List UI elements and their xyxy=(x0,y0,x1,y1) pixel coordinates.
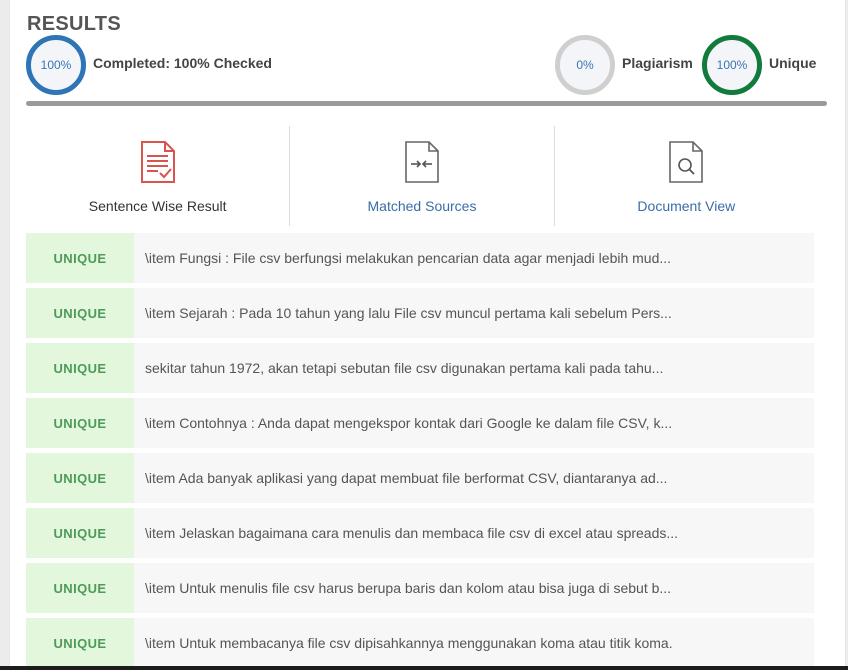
status-badge: UNIQUE xyxy=(26,343,134,393)
sentence-text: \item Jelaskan bagaimana cara menulis da… xyxy=(145,525,679,541)
completed-label: Completed: 100% Checked xyxy=(93,55,272,71)
completed-progress-circle: 100% xyxy=(26,35,86,95)
document-compare-icon xyxy=(405,141,439,183)
result-row[interactable]: UNIQUE \item Contohnya : Anda dapat meng… xyxy=(26,398,814,448)
unique-label: Unique xyxy=(769,55,817,71)
sentence-text: sekitar tahun 1972, akan tetapi sebutan … xyxy=(145,360,664,376)
tab-label: Sentence Wise Result xyxy=(88,198,227,214)
completed-percent: 100% xyxy=(40,58,72,72)
result-row[interactable]: UNIQUE sekitar tahun 1972, akan tetapi s… xyxy=(26,343,814,393)
unique-circle: 100% xyxy=(702,35,762,95)
status-badge: UNIQUE xyxy=(26,233,134,283)
status-badge: UNIQUE xyxy=(26,453,134,503)
result-tabs: Sentence Wise Result Matched Sources Doc… xyxy=(26,126,818,226)
plagiarism-percent: 0% xyxy=(576,58,594,72)
sentence-text: \item Ada banyak aplikasi yang dapat mem… xyxy=(145,470,668,486)
tab-label: Matched Sources xyxy=(367,198,477,214)
plagiarism-circle: 0% xyxy=(555,35,615,95)
tab-matched-sources[interactable]: Matched Sources xyxy=(289,126,553,226)
tab-document-view[interactable]: Document View xyxy=(553,126,818,226)
tab-label: Document View xyxy=(637,198,736,214)
status-badge: UNIQUE xyxy=(26,398,134,448)
sentence-text: \item Sejarah : Pada 10 tahun yang lalu … xyxy=(145,305,672,321)
sentence-text: \item Untuk menulis file csv harus berup… xyxy=(145,580,672,596)
sentence-text: \item Untuk membacanya file csv dipisahk… xyxy=(145,635,673,651)
result-row[interactable]: UNIQUE \item Untuk membacanya file csv d… xyxy=(26,618,814,668)
tab-sentence-wise-result[interactable]: Sentence Wise Result xyxy=(26,126,289,226)
result-row[interactable]: UNIQUE \item Fungsi : File csv berfungsi… xyxy=(26,233,814,283)
status-badge: UNIQUE xyxy=(26,288,134,338)
results-title: RESULTS xyxy=(27,13,121,35)
result-row[interactable]: UNIQUE \item Untuk menulis file csv haru… xyxy=(26,563,814,613)
status-badge: UNIQUE xyxy=(26,618,134,668)
result-row[interactable]: UNIQUE \item Ada banyak aplikasi yang da… xyxy=(26,453,814,503)
window-bottom-edge xyxy=(0,666,848,670)
status-badge: UNIQUE xyxy=(26,563,134,613)
document-check-icon xyxy=(140,141,175,183)
sentence-results-list: UNIQUE \item Fungsi : File csv berfungsi… xyxy=(26,233,814,670)
result-row[interactable]: UNIQUE \item Sejarah : Pada 10 tahun yan… xyxy=(26,288,814,338)
document-search-icon xyxy=(669,141,704,183)
result-row[interactable]: UNIQUE \item Jelaskan bagaimana cara men… xyxy=(26,508,814,558)
status-badge: UNIQUE xyxy=(26,508,134,558)
results-panel: RESULTS 100% Completed: 100% Checked 0% … xyxy=(9,0,846,670)
check-progress-bar xyxy=(26,101,827,106)
sentence-text: \item Fungsi : File csv berfungsi melaku… xyxy=(145,250,672,266)
unique-percent: 100% xyxy=(716,58,748,72)
plagiarism-label: Plagiarism xyxy=(622,55,693,71)
sentence-text: \item Contohnya : Anda dapat mengekspor … xyxy=(145,415,673,431)
